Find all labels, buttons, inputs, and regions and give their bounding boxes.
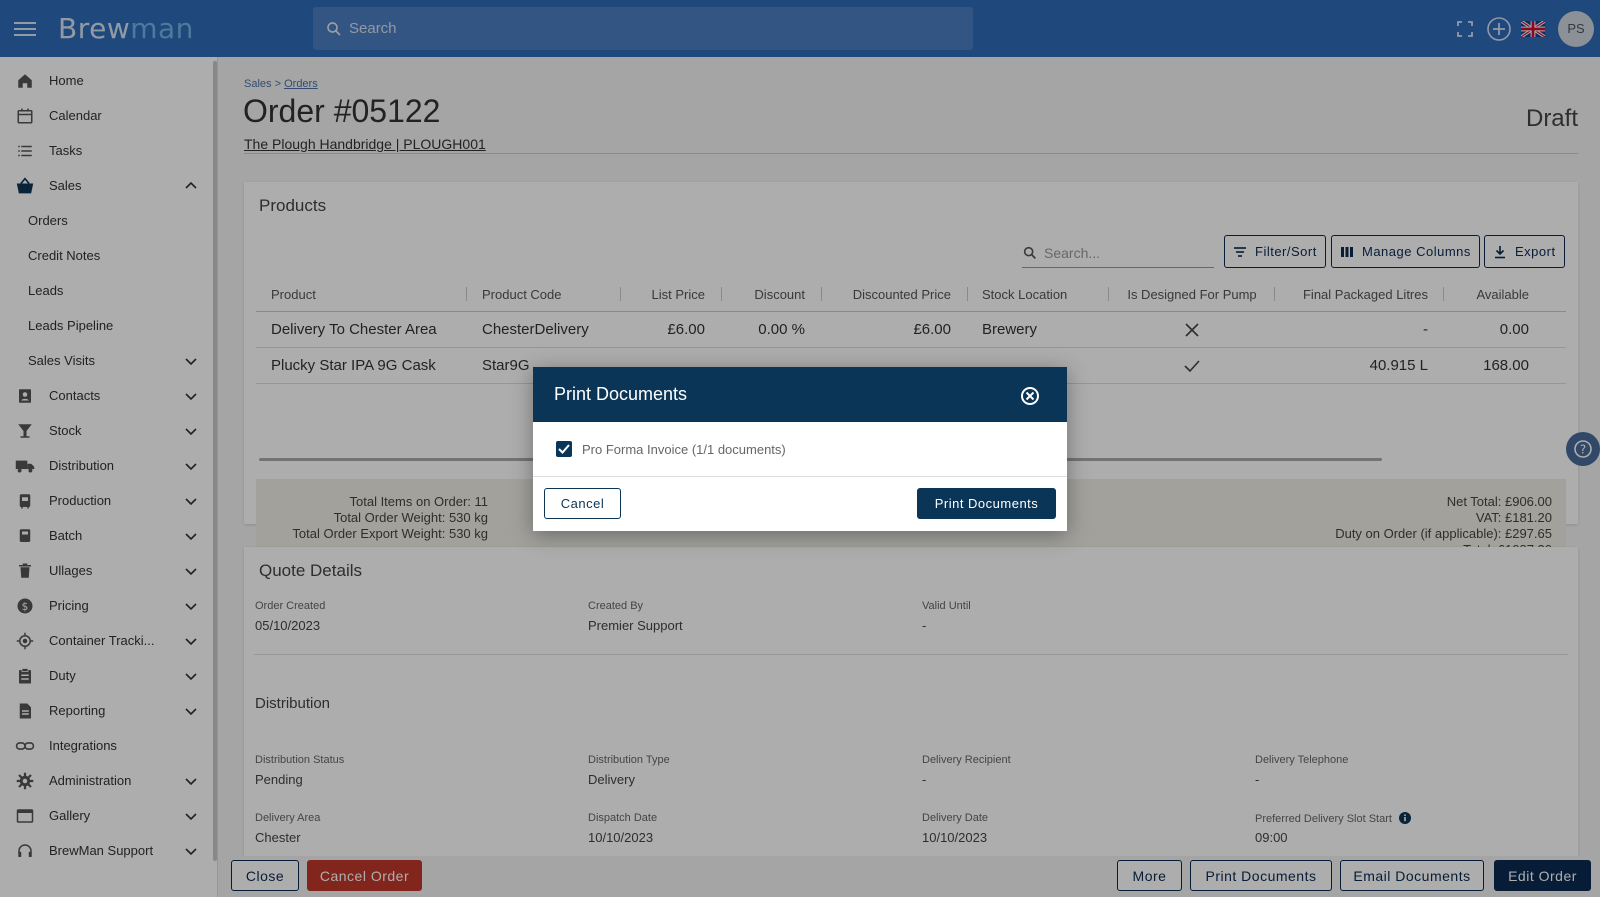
dialog-footer: Cancel Print Documents — [533, 477, 1067, 531]
dialog-body: Pro Forma Invoice (1/1 documents) — [533, 422, 1067, 477]
pro-forma-checkbox[interactable] — [556, 441, 572, 457]
pro-forma-label[interactable]: Pro Forma Invoice (1/1 documents) — [582, 442, 786, 457]
dialog-print-button[interactable]: Print Documents — [917, 488, 1056, 519]
dialog-title: Print Documents — [554, 384, 688, 404]
close-circle-icon[interactable] — [1020, 386, 1040, 406]
checkmark-icon — [558, 444, 570, 454]
print-documents-dialog: Print Documents Pro Forma Invoice (1/1 d… — [533, 367, 1067, 531]
dialog-cancel-button[interactable]: Cancel — [544, 488, 621, 519]
dialog-header: Print Documents — [533, 367, 1067, 422]
